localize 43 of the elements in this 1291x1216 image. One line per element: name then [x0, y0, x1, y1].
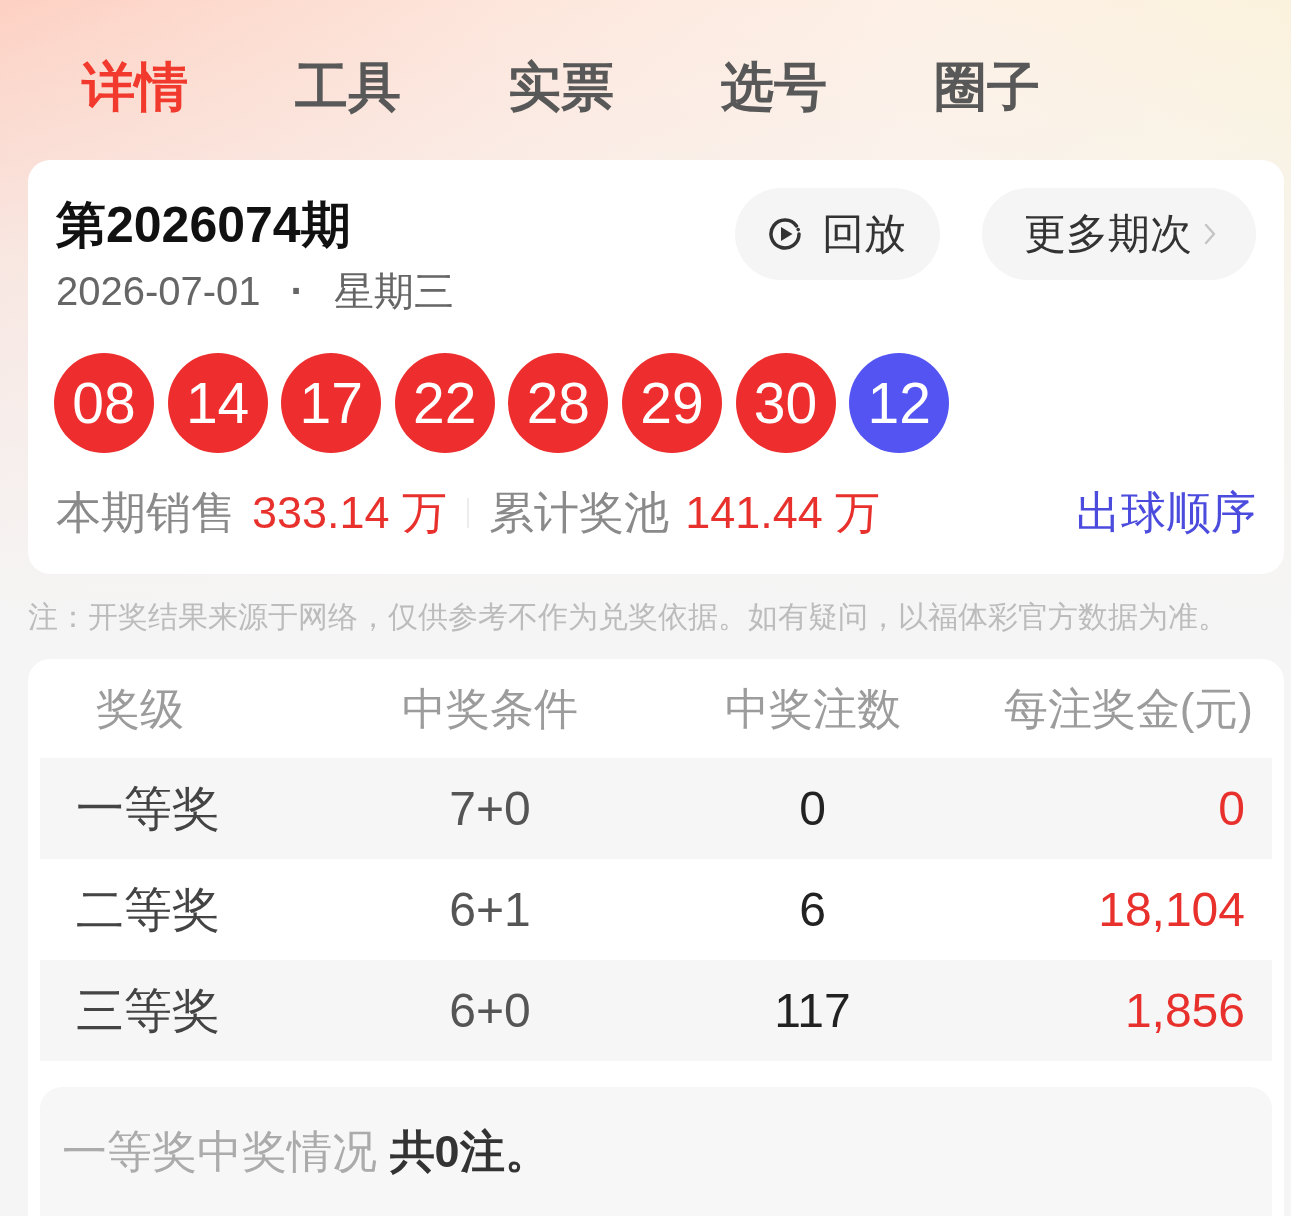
replay-button[interactable]: 回放 [735, 188, 940, 280]
win-condition: 7+0 [448, 781, 532, 837]
prize-level: 一等奖 [75, 780, 221, 837]
tab[interactable]: 圈子 [934, 57, 1040, 117]
ball-order-link[interactable]: 出球顺序 [1076, 483, 1256, 543]
win-condition: 6+1 [448, 882, 532, 938]
column-header: 中奖条件 [401, 683, 579, 735]
number-ball: 22 [394, 353, 495, 453]
more-issues-button[interactable]: 更多期次 [982, 188, 1256, 280]
winner-count: 0 [798, 781, 827, 837]
number-ball: 17 [281, 353, 382, 453]
draw-title: 第2026074期 [56, 196, 352, 255]
weekday: 星期三 [333, 268, 454, 315]
column-header: 每注奖金(元) [1002, 683, 1254, 735]
number-ball: 14 [167, 353, 268, 453]
prize-level: 二等奖 [75, 881, 221, 938]
draw-date: 2026-07-01 [56, 268, 261, 315]
number-ball: 08 [54, 353, 154, 453]
tab[interactable]: 选号 [721, 57, 827, 117]
winner-count: 6 [798, 882, 827, 938]
winner-count: 117 [773, 983, 852, 1039]
play-circle-icon [768, 217, 802, 251]
chevron-right-icon [1204, 223, 1216, 245]
stat-label: 累计奖池 [489, 486, 670, 540]
separator-dot: · [290, 268, 304, 315]
prize-level: 三等奖 [75, 982, 221, 1039]
number-ball: 28 [508, 353, 609, 453]
prize-amount: 0 [1217, 781, 1246, 837]
tab[interactable]: 工具 [295, 57, 401, 117]
stat-label: 本期销售 [56, 486, 236, 540]
disclaimer-note: 注：开奖结果来源于网络，仅供参考不作为兑奖依据。如有疑问，以福体彩官方数据为准。 [28, 599, 1228, 635]
column-header: 中奖注数 [723, 683, 902, 735]
number-ball: 30 [735, 353, 836, 453]
column-header: 奖级 [95, 683, 185, 735]
prize-amount: 1,856 [1123, 983, 1246, 1039]
prize-amount: 18,104 [1097, 882, 1246, 938]
stat-value: 141.44 万 [685, 486, 881, 540]
tab[interactable]: 实票 [508, 57, 614, 117]
win-condition: 6+0 [448, 983, 532, 1039]
first-prize-summary: 一等奖中奖情况 共0注。 [62, 1125, 551, 1179]
number-ball: 29 [621, 353, 722, 453]
number-ball: 12 [849, 353, 950, 453]
stat-value: 333.14 万 [252, 486, 448, 540]
